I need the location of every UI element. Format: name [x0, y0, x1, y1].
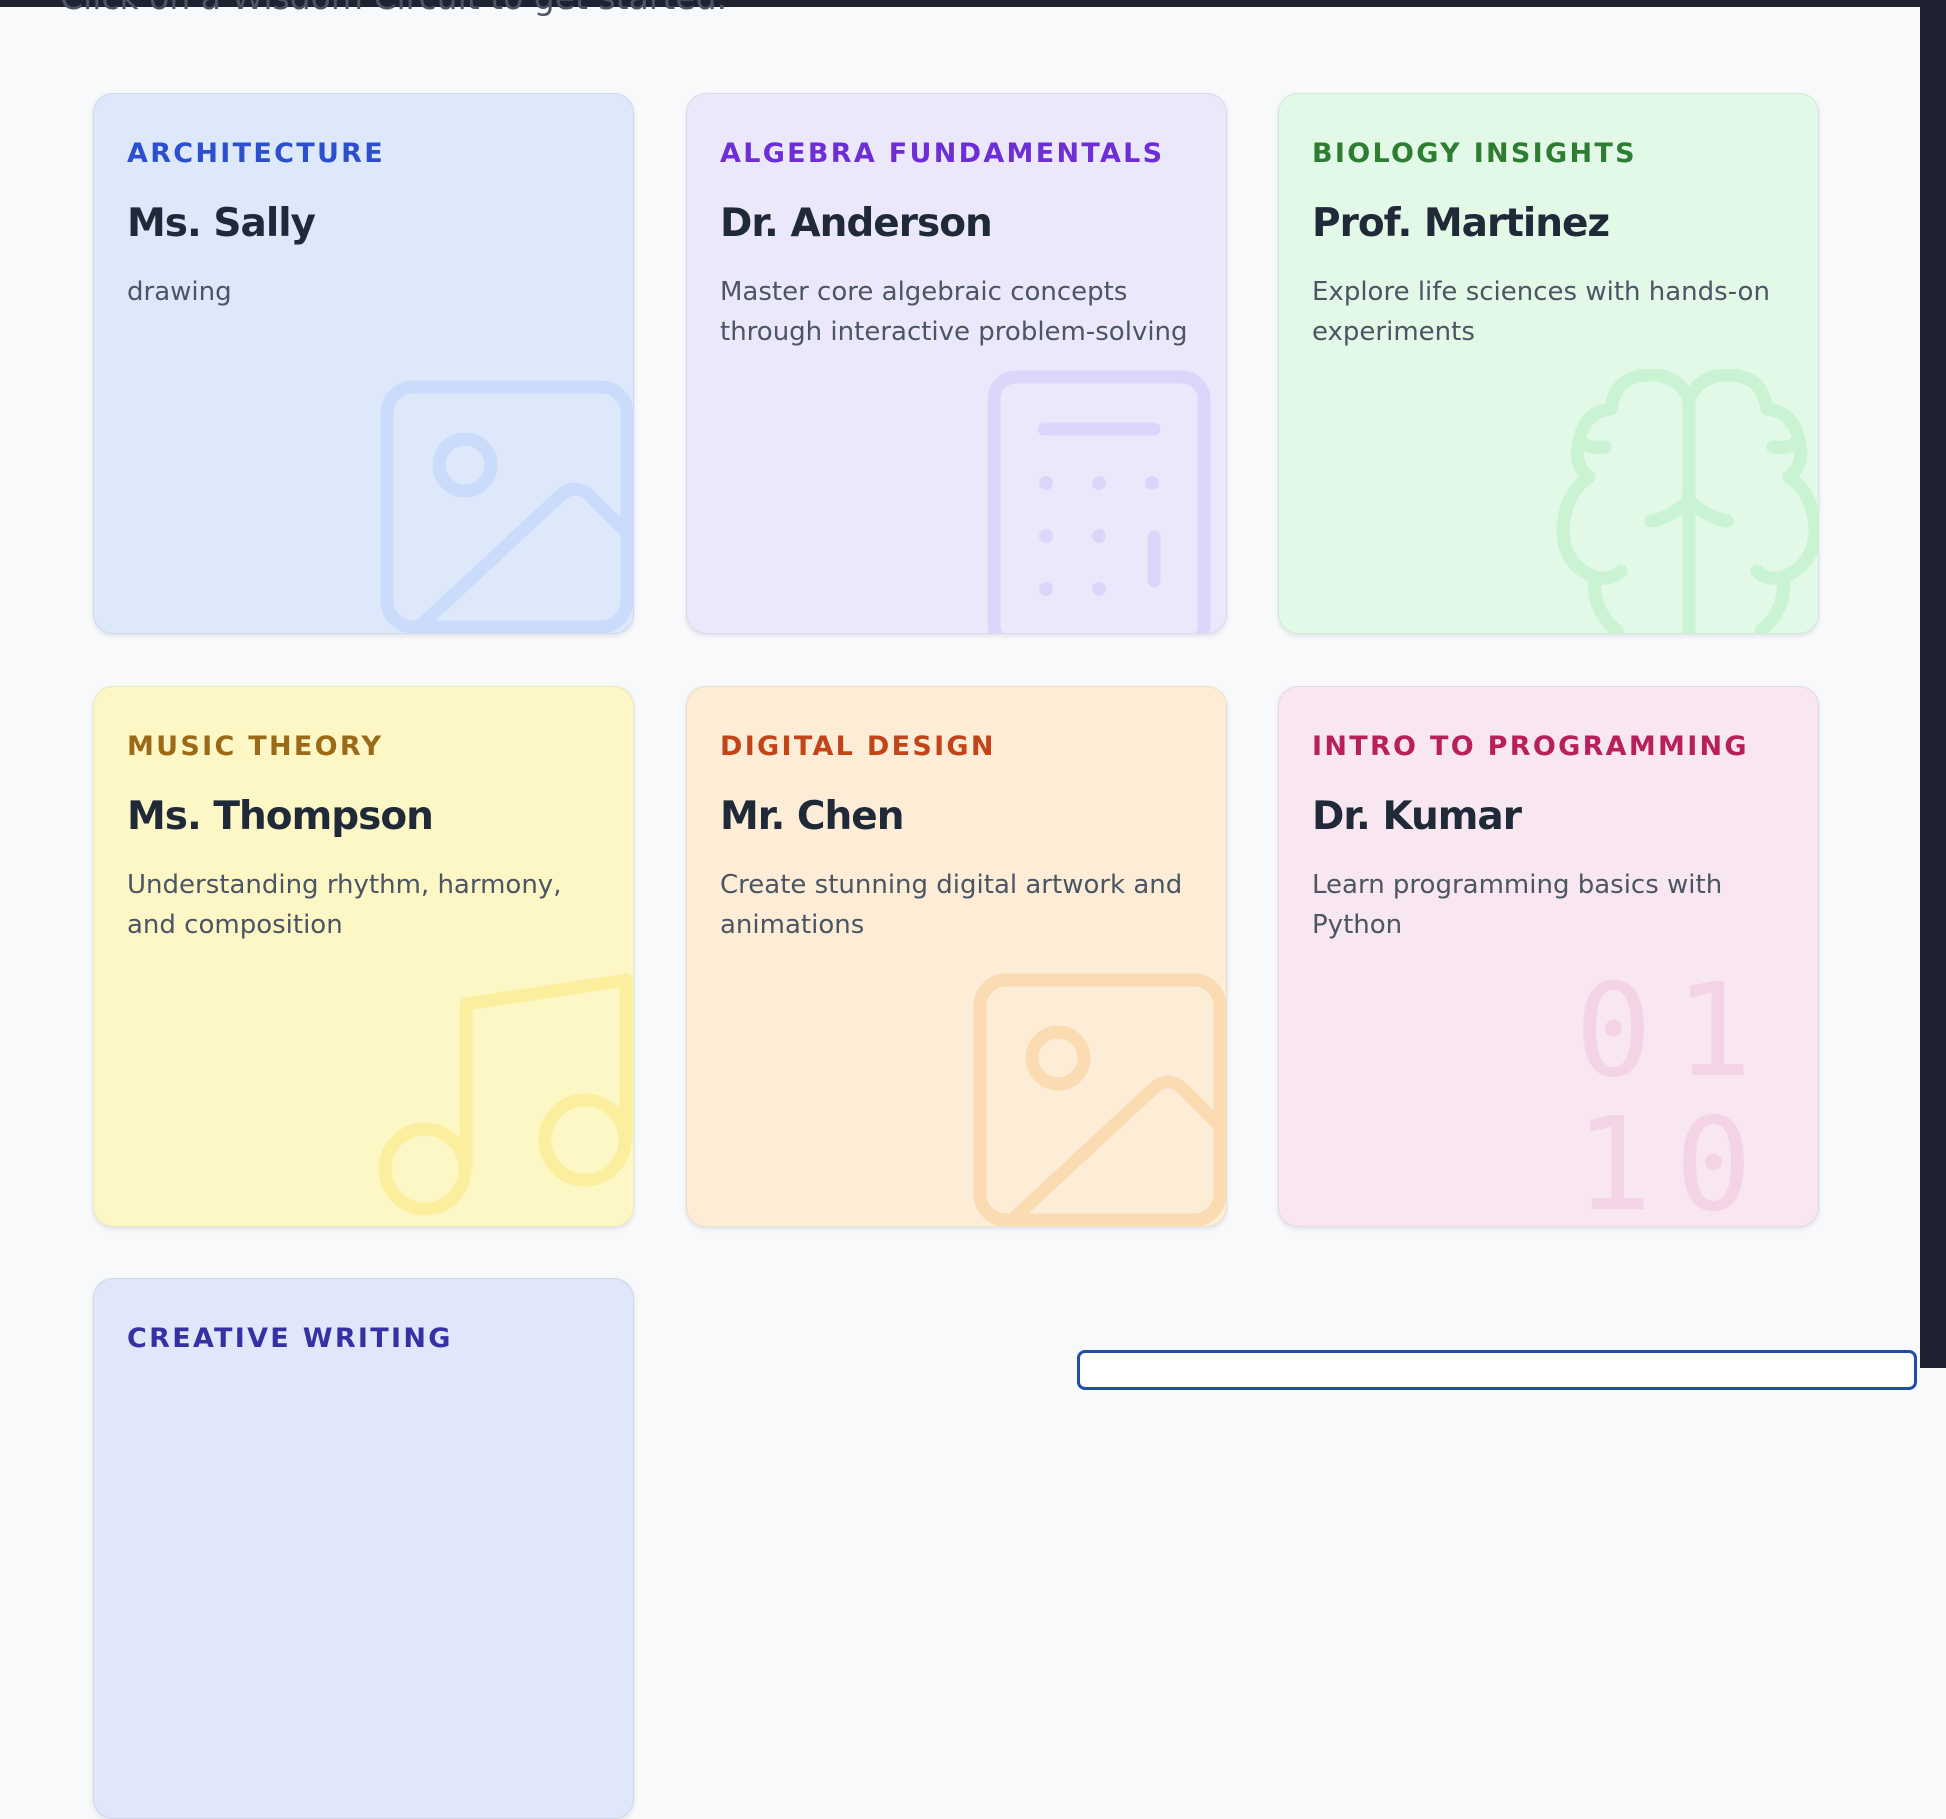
course-subject: MUSIC THEORY [127, 731, 384, 762]
course-description: Create stunning digital artwork and anim… [720, 870, 1183, 940]
course-description: Understanding rhythm, harmony, and compo… [127, 870, 562, 940]
course-card-creative-writing[interactable]: CREATIVE WRITING [93, 1278, 634, 1819]
music-note-icon [379, 973, 633, 1216]
course-card-intro-to-programming[interactable]: INTRO TO PROGRAMMING Dr. Kumar Learn pro… [1278, 686, 1819, 1227]
course-description: Master core algebraic concepts through i… [720, 277, 1188, 347]
course-card-algebra-fundamentals[interactable]: ALGEBRA FUNDAMENTALS Dr. Anderson Master… [686, 93, 1227, 634]
course-subject: ALGEBRA FUNDAMENTALS [720, 138, 1165, 169]
course-teacher: Ms. Sally [127, 201, 316, 246]
image-icon [973, 973, 1226, 1226]
course-subject: INTRO TO PROGRAMMING [1312, 731, 1749, 762]
course-subject: DIGITAL DESIGN [720, 731, 996, 762]
course-subject: ARCHITECTURE [127, 138, 385, 169]
window-right-edge [1920, 0, 1946, 1368]
course-teacher: Prof. Martinez [1312, 201, 1610, 246]
course-card-music-theory[interactable]: MUSIC THEORY Ms. Thompson Understanding … [93, 686, 634, 1227]
course-subject: BIOLOGY INSIGHTS [1312, 138, 1637, 169]
binary-digit: 0 [1575, 977, 1652, 1106]
intro-text: Click on a Wisdom Circuit to get started… [60, 0, 727, 18]
course-teacher: Ms. Thompson [127, 794, 434, 839]
bottom-panel[interactable] [1077, 1350, 1917, 1390]
binary-digit: 0 [1675, 1091, 1752, 1217]
binary-digit: 1 [1575, 1091, 1652, 1217]
course-card-digital-design[interactable]: DIGITAL DESIGN Mr. Chen Create stunning … [686, 686, 1227, 1227]
course-card-biology-insights[interactable]: BIOLOGY INSIGHTS Prof. Martinez Explore … [1278, 93, 1819, 634]
course-subject: CREATIVE WRITING [127, 1323, 453, 1354]
image-icon [380, 380, 633, 633]
course-teacher: Dr. Anderson [720, 201, 993, 246]
course-teacher: Mr. Chen [720, 794, 904, 839]
course-description: drawing [127, 277, 232, 307]
binary-digit: 1 [1675, 977, 1752, 1106]
calculator-icon [987, 370, 1211, 633]
course-card-architecture[interactable]: ARCHITECTURE Ms. Sally drawing [93, 93, 634, 634]
course-description: Learn programming basics with Python [1312, 870, 1723, 940]
binary-icon: 0 1 1 0 [1575, 977, 1752, 1217]
course-teacher: Dr. Kumar [1312, 794, 1522, 839]
course-description: Explore life sciences with hands-on expe… [1312, 277, 1770, 347]
brain-icon [1556, 369, 1818, 633]
